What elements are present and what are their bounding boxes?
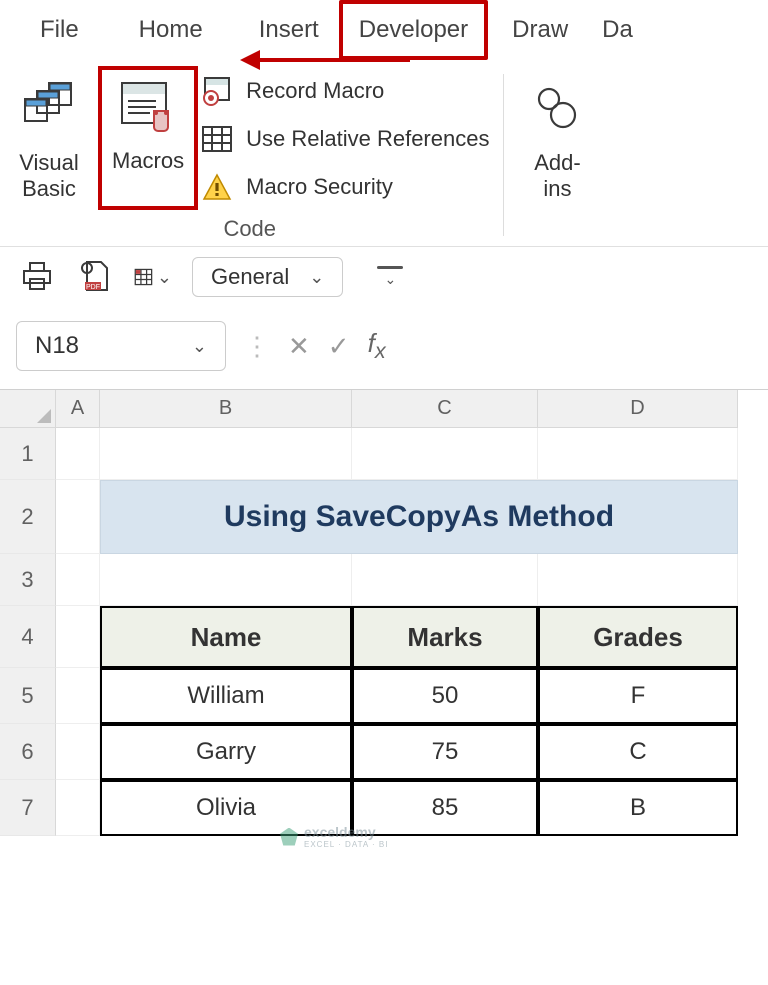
- table-cell[interactable]: B: [538, 780, 738, 836]
- cell[interactable]: [56, 480, 100, 554]
- spreadsheet-grid[interactable]: A B C D 1 2 Using SaveCopyAs Method 3 4 …: [0, 389, 768, 836]
- watermark-tagline: EXCEL · DATA · BI: [304, 840, 388, 849]
- use-relative-references-button[interactable]: Use Relative References: [200, 122, 489, 156]
- col-header-a[interactable]: A: [56, 390, 100, 428]
- tab-file[interactable]: File: [0, 4, 109, 56]
- visual-basic-icon: [14, 74, 84, 144]
- visual-basic-button[interactable]: Visual Basic: [0, 68, 98, 210]
- table-cell[interactable]: Garry: [100, 724, 352, 780]
- cell[interactable]: [56, 606, 100, 668]
- cell[interactable]: [56, 668, 100, 724]
- table-cell[interactable]: Olivia: [100, 780, 352, 836]
- select-all-corner[interactable]: [0, 390, 56, 428]
- row-header-7[interactable]: 7: [0, 780, 56, 836]
- addins-button[interactable]: Add- ins: [508, 68, 606, 242]
- macros-button[interactable]: Macros: [106, 72, 190, 174]
- macros-label: Macros: [112, 148, 184, 174]
- row-header-4[interactable]: 4: [0, 606, 56, 668]
- macro-security-label: Macro Security: [246, 174, 393, 200]
- formula-bar: N18 ⌄ ⋮ ✕ ✓ fx: [0, 317, 768, 389]
- toolbar-overflow-button[interactable]: ⌄: [377, 266, 403, 288]
- record-macro-button[interactable]: Record Macro: [200, 74, 489, 108]
- tab-draw[interactable]: Draw: [488, 4, 592, 56]
- separator-icon: ⋮: [244, 331, 270, 362]
- row-header-2[interactable]: 2: [0, 480, 56, 554]
- tab-data[interactable]: Da: [592, 4, 651, 56]
- table-format-button[interactable]: ⌄: [134, 258, 172, 296]
- table-cell[interactable]: William: [100, 668, 352, 724]
- number-format-dropdown[interactable]: General ⌄: [192, 257, 343, 297]
- chevron-down-icon: ⌄: [157, 267, 172, 288]
- cell[interactable]: [538, 428, 738, 480]
- cell[interactable]: [352, 554, 538, 606]
- table-header-name[interactable]: Name: [100, 606, 352, 668]
- table-header-marks[interactable]: Marks: [352, 606, 538, 668]
- cell[interactable]: [100, 428, 352, 480]
- record-macro-label: Record Macro: [246, 78, 384, 104]
- name-box-value: N18: [35, 332, 79, 360]
- table-cell[interactable]: 85: [352, 780, 538, 836]
- table-header-grades[interactable]: Grades: [538, 606, 738, 668]
- addins-label-2: ins: [543, 176, 571, 202]
- visual-basic-label-1: Visual: [19, 150, 79, 176]
- row-header-3[interactable]: 3: [0, 554, 56, 606]
- cell[interactable]: [56, 780, 100, 836]
- cancel-formula-button[interactable]: ✕: [288, 331, 310, 362]
- macro-security-button[interactable]: Macro Security: [200, 170, 489, 204]
- table-cell[interactable]: 50: [352, 668, 538, 724]
- row-header-6[interactable]: 6: [0, 724, 56, 780]
- use-relative-references-label: Use Relative References: [246, 126, 489, 152]
- chevron-down-icon: ⌄: [309, 267, 324, 288]
- col-header-b[interactable]: B: [100, 390, 352, 428]
- ribbon-tabs: File Home Insert Developer Draw Da: [0, 0, 768, 60]
- tab-developer[interactable]: Developer: [339, 0, 488, 60]
- number-format-value: General: [211, 264, 289, 290]
- col-header-c[interactable]: C: [352, 390, 538, 428]
- visual-basic-label-2: Basic: [22, 176, 76, 202]
- export-pdf-button[interactable]: PDF: [76, 258, 114, 296]
- tab-home[interactable]: Home: [109, 4, 233, 56]
- table-cell[interactable]: F: [538, 668, 738, 724]
- col-header-d[interactable]: D: [538, 390, 738, 428]
- cell[interactable]: [56, 724, 100, 780]
- table-cell[interactable]: 75: [352, 724, 538, 780]
- sheet-title-cell[interactable]: Using SaveCopyAs Method: [100, 480, 738, 554]
- cell[interactable]: [352, 428, 538, 480]
- svg-text:PDF: PDF: [86, 284, 100, 291]
- ribbon-divider: [503, 74, 504, 236]
- quick-access-toolbar: PDF ⌄ General ⌄ ⌄: [0, 247, 768, 317]
- chevron-down-icon: ⌄: [192, 336, 207, 357]
- use-relative-references-icon: [200, 122, 234, 156]
- cell[interactable]: [538, 554, 738, 606]
- code-group-label: Code: [223, 216, 276, 242]
- print-button[interactable]: [18, 258, 56, 296]
- addins-label-1: Add-: [534, 150, 580, 176]
- insert-function-button[interactable]: fx: [368, 328, 386, 364]
- row-header-1[interactable]: 1: [0, 428, 56, 480]
- row-header-5[interactable]: 5: [0, 668, 56, 724]
- macro-security-icon: [200, 170, 234, 204]
- name-box[interactable]: N18 ⌄: [16, 321, 226, 371]
- record-macro-icon: [200, 74, 234, 108]
- cell[interactable]: [100, 554, 352, 606]
- addins-icon: [522, 74, 592, 144]
- macros-icon: [113, 72, 183, 142]
- ribbon-developer: Visual Basic: [0, 60, 768, 247]
- tab-insert[interactable]: Insert: [233, 4, 339, 56]
- cell[interactable]: [56, 428, 100, 480]
- cell[interactable]: [56, 554, 100, 606]
- table-cell[interactable]: C: [538, 724, 738, 780]
- accept-formula-button[interactable]: ✓: [328, 331, 350, 362]
- annotation-macros-highlight: Macros: [98, 66, 198, 210]
